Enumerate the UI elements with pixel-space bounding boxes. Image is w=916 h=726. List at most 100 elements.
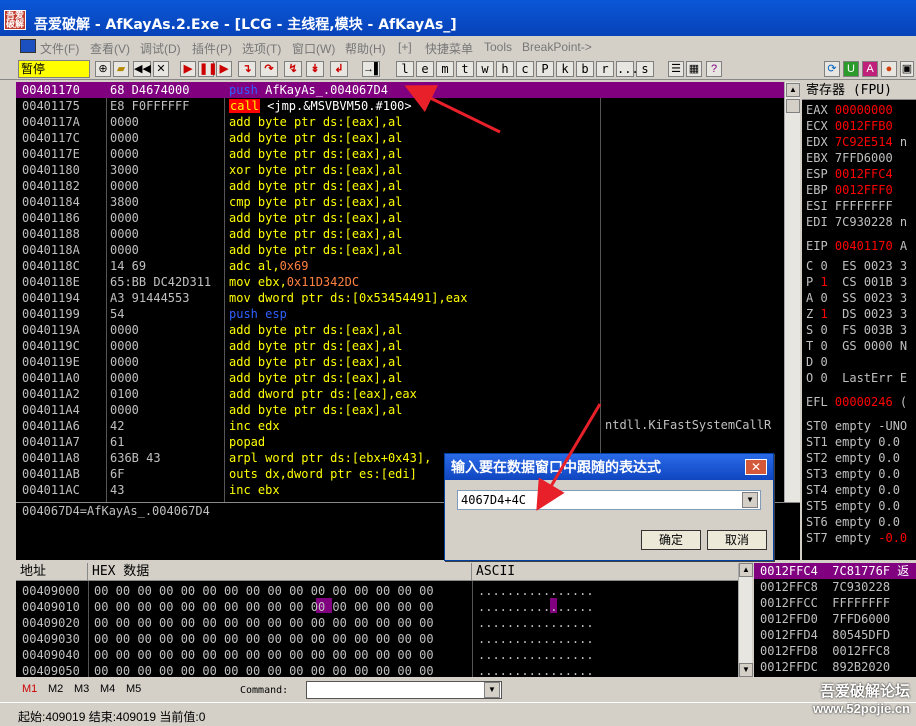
list-icon[interactable]: ☰ (668, 61, 684, 77)
dialog-title[interactable]: 输入要在数据窗口中跟随的表达式 (445, 454, 773, 480)
menu-breakpoint[interactable]: BreakPoint-> (522, 40, 592, 54)
toolbar-m-button[interactable]: m (436, 61, 454, 77)
disasm-row[interactable]: 00401170 68 D4674000 push AfKayAs_.004067D… (16, 82, 800, 98)
toolbar-p-button[interactable]: P (536, 61, 554, 77)
menu-view[interactable]: 查看(V) (90, 40, 130, 57)
menu-shortcut[interactable]: 快捷菜单 (425, 40, 473, 57)
disasm-row[interactable]: 00401180 3000 xor byte ptr ds:[eax],al (16, 162, 800, 178)
step-over-icon[interactable]: ↷ (260, 61, 278, 77)
menu-debug[interactable]: 调试(D) (140, 40, 181, 57)
folder-icon[interactable]: ▰ (113, 61, 129, 77)
stack-row[interactable]: 0012FFD0 7FFD6000 (760, 611, 890, 627)
stack-row[interactable]: 0012FFC4 7C81776F 返 (760, 563, 909, 579)
flag-row[interactable]: Z 1 DS 0023 3 (806, 306, 907, 322)
toolbar-r-button[interactable]: r (596, 61, 614, 77)
disasm-row[interactable]: 004011A0 0000 add byte ptr ds:[eax],al (16, 370, 800, 386)
dump-row[interactable]: 00409040 00 00 00 00 00 00 00 00 00 00 00… (16, 647, 752, 663)
scroll-up-icon[interactable]: ▲ (786, 83, 800, 97)
disasm-row[interactable]: 0040118A 0000 add byte ptr ds:[eax],al (16, 242, 800, 258)
stack-pane[interactable]: 0012FFC4 7C81776F 返 0012FFC8 7C930228 0012… (754, 563, 916, 677)
stack-row[interactable]: 0012FFDC 892B2020 (760, 659, 890, 675)
register-row[interactable]: ESP 0012FFC4 (806, 166, 893, 182)
dump-row[interactable]: 00409020 00 00 00 00 00 00 00 00 00 00 00… (16, 615, 752, 631)
menu-window[interactable]: 窗口(W) (292, 40, 335, 57)
toolbar-h-button[interactable]: h (496, 61, 514, 77)
disasm-row[interactable]: 00401194 A3 91444553 mov dword ptr ds:[0x5… (16, 290, 800, 306)
flag-row[interactable]: O 0 LastErr E (806, 370, 907, 386)
chevron-down-icon[interactable]: ▼ (742, 492, 758, 508)
flag-row[interactable]: P 1 CS 001B 3 (806, 274, 907, 290)
toolbar-l-button[interactable]: l (396, 61, 414, 77)
disasm-row[interactable]: 0040119E 0000 add byte ptr ds:[eax],al (16, 354, 800, 370)
plugin-u-icon[interactable]: U (843, 61, 859, 77)
tab-m2[interactable]: M2 (48, 683, 63, 695)
stack-row[interactable]: 0012FFD4 80545DFD (760, 627, 890, 643)
toolbar-b-button[interactable]: b (576, 61, 594, 77)
disasm-row[interactable]: 00401199 54 push esp (16, 306, 800, 322)
dump-header-address[interactable]: 地址 (16, 563, 88, 581)
memory-dump-pane[interactable]: 地址 HEX 数据 ASCII 00409000 00 00 00 00 00 0… (16, 563, 752, 677)
dump-row[interactable]: 00409010 00 00 00 00 00 00 00 00 00 00 00… (16, 599, 752, 615)
disassembly-pane[interactable]: 00401170 68 D4674000 push AfKayAs_.004067D… (16, 82, 800, 502)
menu-app-icon[interactable] (20, 39, 36, 53)
register-row[interactable]: EIP 00401170 A (806, 238, 907, 254)
toolbar-e-button[interactable]: e (416, 61, 434, 77)
chevron-down-icon[interactable]: ▼ (484, 682, 500, 698)
tab-m3[interactable]: M3 (74, 683, 89, 695)
grid-icon[interactable]: ▦ (686, 61, 702, 77)
dump-row[interactable]: 00409050 00 00 00 00 00 00 00 00 00 00 00… (16, 663, 752, 677)
goto-icon[interactable]: →▌ (362, 61, 382, 77)
disasm-row[interactable]: 0040117C 0000 add byte ptr ds:[eax],al (16, 130, 800, 146)
registers-pane[interactable]: 寄存器 (FPU) EAX 00000000 ECX 0012FFB0 EDX 7C… (802, 82, 916, 560)
tab-m4[interactable]: M4 (100, 683, 115, 695)
rewind-icon[interactable]: ◀◀ (133, 61, 151, 77)
disasm-row[interactable]: 004011A4 0000 add byte ptr ds:[eax],al (16, 402, 800, 418)
open-icon[interactable]: ⊕ (95, 61, 111, 77)
plugin-record-icon[interactable]: ● (881, 61, 897, 77)
scroll-down-icon[interactable]: ▼ (739, 663, 753, 677)
pause-icon[interactable]: ❚❚ (198, 61, 217, 77)
execute-till-return-icon[interactable]: ↲ (330, 61, 348, 77)
menu-help[interactable]: 帮助(H) (345, 40, 386, 57)
trace-into-icon[interactable]: ↯ (284, 61, 302, 77)
command-input[interactable] (306, 681, 502, 699)
dump-row[interactable]: 00409000 00 00 00 00 00 00 00 00 00 00 00… (16, 583, 752, 599)
disasm-row[interactable]: 0040119C 0000 add byte ptr ds:[eax],al (16, 338, 800, 354)
stack-row[interactable]: 0012FFCC FFFFFFFF (760, 595, 890, 611)
step-into-icon[interactable]: ↴ (238, 61, 256, 77)
toolbar-t-button[interactable]: t (456, 61, 474, 77)
toolbar-c-button[interactable]: c (516, 61, 534, 77)
dump-scrollbar[interactable]: ▲ ▼ (738, 563, 753, 677)
register-row[interactable]: ESI FFFFFFFF (806, 198, 893, 214)
plugin-window-icon[interactable]: ▣ (900, 61, 914, 77)
menu-file[interactable]: 文件(F) (40, 40, 79, 57)
ok-button[interactable]: 确定 (641, 530, 701, 550)
close-icon[interactable]: ✕ (153, 61, 169, 77)
disasm-row[interactable]: 00401184 3800 cmp byte ptr ds:[eax],al (16, 194, 800, 210)
menu-tools[interactable]: Tools (484, 40, 512, 54)
expression-input[interactable]: 4067D4+4C ▼ (457, 490, 761, 510)
register-row[interactable]: EDI 7C930228 n (806, 214, 907, 230)
flag-row[interactable]: A 0 SS 0023 3 (806, 290, 907, 306)
title-bar[interactable]: 吾爱破解 吾爱破解 - AfKayAs.2.Exe - [LCG - 主线程,模… (0, 0, 916, 36)
menu-plugins[interactable]: 插件(P) (192, 40, 232, 57)
menu-plus[interactable]: [+] (398, 40, 412, 54)
disasm-row[interactable]: 0040118C 14 69 adc al,0x69 (16, 258, 800, 274)
flag-row[interactable]: T 0 GS 0000 N (806, 338, 907, 354)
toolbar-s-button[interactable]: s (636, 61, 654, 77)
disasm-row[interactable]: 0040118E 65:BB DC42D311 mov ebx,0x11D342DC (16, 274, 800, 290)
toolbar-w-button[interactable]: w (476, 61, 494, 77)
disasm-row[interactable]: 00401186 0000 add byte ptr ds:[eax],al (16, 210, 800, 226)
disasm-row[interactable]: 0040117A 0000 add byte ptr ds:[eax],al (16, 114, 800, 130)
disasm-row[interactable]: 00401188 0000 add byte ptr ds:[eax],al (16, 226, 800, 242)
disasm-row[interactable]: 00401175 E8 F0FFFFFF call <jmp.&MSVBVM50.#… (16, 98, 800, 114)
dump-header-ascii[interactable]: ASCII (472, 563, 752, 581)
toolbar-k-button[interactable]: k (556, 61, 574, 77)
plugin-a-icon[interactable]: A (862, 61, 878, 77)
step-icon[interactable]: ▶ (216, 61, 232, 77)
register-row[interactable]: EBX 7FFD6000 (806, 150, 893, 166)
register-row[interactable]: EAX 00000000 (806, 102, 893, 118)
scroll-thumb[interactable] (786, 99, 800, 113)
tab-m1[interactable]: M1 (22, 683, 37, 695)
disasm-row[interactable]: 0040117E 0000 add byte ptr ds:[eax],al (16, 146, 800, 162)
